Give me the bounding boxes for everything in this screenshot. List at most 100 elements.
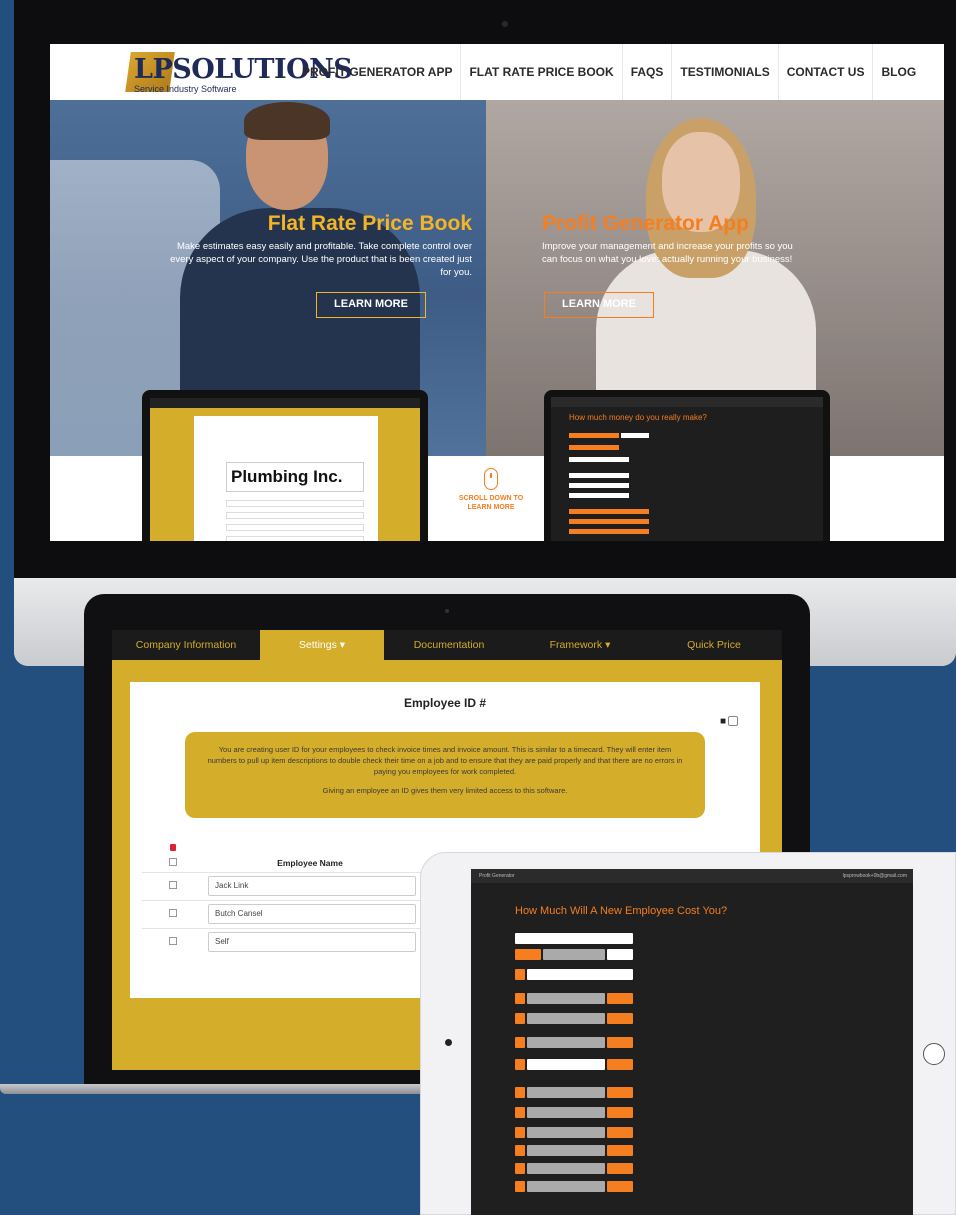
preview-line bbox=[569, 493, 629, 498]
tablet-user-email[interactable]: lpsprowbook+0b@gmail.com bbox=[843, 869, 907, 883]
select-all-checkbox[interactable] bbox=[169, 858, 177, 866]
calc-value bbox=[543, 949, 605, 960]
calc-row bbox=[515, 949, 905, 960]
calc-unit bbox=[607, 1107, 633, 1118]
preview-tablet-header bbox=[551, 397, 823, 407]
learn-more-button-right[interactable]: LEARN MORE bbox=[544, 292, 654, 318]
preview-line bbox=[569, 433, 619, 438]
preview-tablet: How much money do you really make? bbox=[544, 390, 830, 541]
calc-label-box bbox=[515, 1127, 525, 1138]
man-hair-shape bbox=[244, 102, 330, 140]
calc-input[interactable] bbox=[607, 949, 633, 960]
imac-device: LPSOLUTIONS Service Industry Software PR… bbox=[14, 0, 956, 666]
scroll-down-cta[interactable]: SCROLL DOWN TO LEARN MORE bbox=[446, 468, 536, 512]
calc-value bbox=[527, 1037, 605, 1048]
calc-label-box bbox=[515, 1037, 525, 1048]
tablet-app-header: Profit Generator lpsprowbook+0b@gmail.co… bbox=[471, 869, 913, 883]
calc-input[interactable] bbox=[515, 933, 633, 944]
employee-name-input[interactable]: Butch Cansel bbox=[208, 904, 416, 924]
nav-testimonials[interactable]: TESTIMONIALS bbox=[672, 44, 779, 100]
employee-name-input[interactable]: Self bbox=[208, 932, 416, 952]
nav-profit-generator[interactable]: PROFIT GENERATOR APP bbox=[294, 44, 462, 100]
calc-row bbox=[515, 993, 905, 1004]
calc-unit bbox=[607, 1145, 633, 1156]
site-header: LPSOLUTIONS Service Industry Software PR… bbox=[50, 44, 944, 100]
hero-left-title: Flat Rate Price Book bbox=[267, 212, 472, 235]
calc-value bbox=[527, 993, 605, 1004]
preview-line bbox=[569, 519, 649, 524]
preview-line bbox=[569, 483, 629, 488]
calc-row bbox=[515, 1107, 905, 1118]
calc-value bbox=[527, 1013, 605, 1024]
nav-flat-rate-price-book[interactable]: FLAT RATE PRICE BOOK bbox=[461, 44, 623, 100]
preview-line bbox=[621, 433, 649, 438]
calc-row bbox=[515, 1013, 905, 1024]
calc-label-box bbox=[515, 1145, 525, 1156]
site-logo[interactable]: LPSOLUTIONS Service Industry Software bbox=[125, 52, 353, 96]
tab-settings-label: Settings bbox=[298, 639, 337, 651]
mouse-icon bbox=[484, 468, 498, 490]
calc-value bbox=[527, 1087, 605, 1098]
calc-row bbox=[515, 1181, 905, 1192]
calc-label-box bbox=[515, 993, 525, 1004]
calc-unit bbox=[607, 1037, 633, 1048]
row-checkbox[interactable] bbox=[169, 881, 177, 889]
preview-form: Plumbing Inc. bbox=[194, 416, 378, 541]
calc-value bbox=[527, 1181, 605, 1192]
preview-row bbox=[226, 500, 364, 507]
calc-value bbox=[527, 1163, 605, 1174]
preview-heading: How much money do you really make? bbox=[569, 413, 707, 422]
calc-row bbox=[515, 969, 905, 980]
calc-input[interactable] bbox=[527, 1059, 605, 1070]
calc-label-box bbox=[515, 1087, 525, 1098]
tab-company-information[interactable]: Company Information bbox=[112, 630, 260, 660]
nav-contact-us[interactable]: CONTACT US bbox=[779, 44, 874, 100]
app-nav: Company Information Settings ▾ Documenta… bbox=[112, 630, 782, 660]
employee-name-input[interactable]: Jack Link bbox=[208, 876, 416, 896]
column-header-employee-name: Employee Name bbox=[277, 858, 343, 868]
calc-unit bbox=[607, 1127, 633, 1138]
camera-icon bbox=[445, 609, 449, 613]
calc-input[interactable] bbox=[527, 969, 633, 980]
calc-unit bbox=[607, 1181, 633, 1192]
calc-unit bbox=[607, 1013, 633, 1024]
lock-checkbox[interactable] bbox=[728, 716, 739, 727]
site-nav-links: PROFIT GENERATOR APP FLAT RATE PRICE BOO… bbox=[294, 44, 924, 100]
table-row: Self bbox=[142, 928, 432, 954]
table-row: Butch Cansel bbox=[142, 900, 432, 926]
row-checkbox[interactable] bbox=[169, 909, 177, 917]
hero-left-text: Make estimates easy easily and profitabl… bbox=[170, 241, 472, 278]
home-button[interactable] bbox=[923, 1043, 945, 1065]
preview-line bbox=[569, 445, 619, 450]
tab-quick-price[interactable]: Quick Price bbox=[646, 630, 782, 660]
tab-settings[interactable]: Settings ▾ bbox=[260, 630, 384, 660]
lock-toggle[interactable]: ■ bbox=[720, 716, 739, 727]
learn-more-button-left[interactable]: LEARN MORE bbox=[316, 292, 426, 318]
calc-label-box bbox=[515, 1059, 525, 1070]
dropdown-caret-icon: ▾ bbox=[336, 639, 346, 651]
calc-row bbox=[515, 1037, 905, 1048]
calc-value bbox=[527, 1127, 605, 1138]
calc-label-box bbox=[515, 1163, 525, 1174]
scroll-text: SCROLL DOWN TO LEARN MORE bbox=[458, 495, 524, 511]
tablet-title: How Much Will A New Employee Cost You? bbox=[515, 905, 728, 917]
trash-icon[interactable] bbox=[170, 844, 176, 851]
logo-subtitle: Service Industry Software bbox=[134, 84, 237, 94]
hero-right-text: Improve your management and increase you… bbox=[542, 241, 793, 265]
tab-documentation[interactable]: Documentation bbox=[384, 630, 514, 660]
preview-line bbox=[569, 473, 629, 478]
row-checkbox[interactable] bbox=[169, 937, 177, 945]
table-row: Jack Link bbox=[142, 872, 432, 898]
nav-blog[interactable]: BLOG bbox=[873, 44, 924, 100]
preview-row bbox=[226, 524, 364, 531]
calc-unit bbox=[607, 1059, 633, 1070]
tab-framework[interactable]: Framework ▾ bbox=[514, 630, 646, 660]
preview-laptop-screen: Plumbing Inc. bbox=[150, 398, 420, 541]
calc-row bbox=[515, 1059, 905, 1070]
calc-row bbox=[515, 933, 905, 944]
dropdown-caret-icon: ▾ bbox=[602, 639, 611, 651]
laptop-base bbox=[0, 1084, 460, 1094]
calc-row bbox=[515, 1145, 905, 1156]
tablet-device: Profit Generator lpsprowbook+0b@gmail.co… bbox=[420, 852, 956, 1215]
nav-faqs[interactable]: FAQS bbox=[623, 44, 673, 100]
